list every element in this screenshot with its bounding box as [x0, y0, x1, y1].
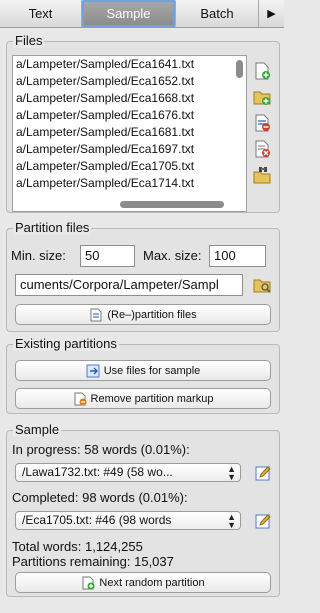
edit-in-progress-icon[interactable]: [255, 464, 273, 482]
use-files-icon: [86, 364, 100, 377]
repartition-files-label: (Re–)partition files: [107, 308, 197, 321]
tab-batch[interactable]: Batch: [176, 0, 259, 27]
file-list-item[interactable]: a/Lampeter/Sampled/Eca1652.txt: [13, 73, 246, 90]
use-files-for-sample-button[interactable]: Use files for sample: [15, 360, 271, 381]
partitions-remaining-label: Partitions remaining: 15,037: [12, 554, 174, 569]
partition-icon: [90, 308, 102, 321]
use-files-for-sample-label: Use files for sample: [103, 364, 201, 377]
total-words-label: Total words: 1,124,255: [12, 539, 143, 554]
file-actions-toolbar: [253, 62, 273, 192]
in-progress-select[interactable]: /Lawa1732.txt: #49 (58 wo... ▲ ▼: [15, 463, 241, 482]
file-list-item[interactable]: a/Lampeter/Sampled/Eca1681.txt: [13, 124, 246, 141]
remove-file-icon[interactable]: [253, 114, 271, 132]
select-arrows-icon: ▲ ▼: [227, 512, 236, 530]
edit-completed-icon[interactable]: [255, 512, 273, 530]
tab-text[interactable]: Text: [0, 0, 82, 27]
min-size-label: Min. size:: [11, 248, 66, 263]
partition-files-group-title: Partition files: [13, 220, 92, 235]
next-partition-icon: [82, 576, 95, 589]
sample-group-title: Sample: [13, 422, 62, 437]
select-arrows-icon: ▲ ▼: [227, 464, 236, 482]
files-group: Files a/Lampeter/Sampled/Eca1641.txt a/L…: [6, 33, 280, 213]
file-list-item[interactable]: a/Lampeter/Sampled/Eca1714.txt: [13, 175, 246, 192]
file-list-item[interactable]: a/Lampeter/Sampled/Eca1676.txt: [13, 107, 246, 124]
in-progress-selected-value: /Lawa1732.txt: #49 (58 wo...: [22, 465, 173, 479]
existing-partitions-group: Existing partitions Use files for sample…: [6, 336, 280, 414]
repartition-files-button[interactable]: (Re–)partition files: [15, 304, 271, 325]
remove-all-icon[interactable]: [253, 140, 271, 158]
max-size-field[interactable]: 100: [209, 245, 266, 267]
remove-markup-icon: [74, 392, 87, 405]
min-size-field[interactable]: 50: [80, 245, 135, 267]
tab-sample[interactable]: Sample: [82, 0, 176, 27]
add-folder-icon[interactable]: [253, 88, 271, 106]
partition-output-path-field[interactable]: cuments/Corpora/Lampeter/Sampl: [15, 274, 243, 296]
search-files-icon[interactable]: [253, 166, 271, 184]
completed-selected-value: /Eca1705.txt: #46 (98 words: [22, 513, 172, 527]
file-list-item[interactable]: a/Lampeter/Sampled/Eca1705.txt: [13, 158, 246, 175]
browse-folder-icon[interactable]: [253, 276, 271, 294]
tab-overflow-arrow-icon[interactable]: ▶: [259, 0, 284, 27]
file-list-horizontal-scrollbar[interactable]: [15, 200, 233, 209]
file-list-vertical-scrollbar[interactable]: [235, 58, 244, 196]
file-list-item[interactable]: a/Lampeter/Sampled/Eca1641.txt: [13, 56, 246, 73]
vertical-scroll-thumb[interactable]: [236, 60, 243, 78]
remove-partition-markup-label: Remove partition markup: [90, 392, 214, 405]
file-list[interactable]: a/Lampeter/Sampled/Eca1641.txt a/Lampete…: [12, 55, 247, 212]
tab-bar: Text Sample Batch ▶: [0, 0, 284, 28]
file-list-item[interactable]: a/Lampeter/Sampled/Eca1668.txt: [13, 90, 246, 107]
remove-partition-markup-button[interactable]: Remove partition markup: [15, 388, 271, 409]
horizontal-scroll-thumb[interactable]: [120, 201, 224, 208]
next-random-partition-label: Next random partition: [99, 576, 205, 589]
partition-files-group: Partition files Min. size: 50 Max. size:…: [6, 220, 280, 332]
add-file-icon[interactable]: [253, 62, 271, 80]
in-progress-label: In progress: 58 words (0.01%):: [12, 442, 190, 457]
next-random-partition-button[interactable]: Next random partition: [15, 572, 271, 593]
max-size-label: Max. size:: [143, 248, 202, 263]
file-list-item[interactable]: a/Lampeter/Sampled/Eca1697.txt: [13, 141, 246, 158]
completed-label: Completed: 98 words (0.01%):: [12, 490, 188, 505]
files-group-title: Files: [13, 33, 45, 48]
completed-select[interactable]: /Eca1705.txt: #46 (98 words ▲ ▼: [15, 511, 241, 530]
existing-partitions-group-title: Existing partitions: [13, 336, 119, 351]
sample-group: Sample In progress: 58 words (0.01%): /L…: [6, 422, 280, 597]
